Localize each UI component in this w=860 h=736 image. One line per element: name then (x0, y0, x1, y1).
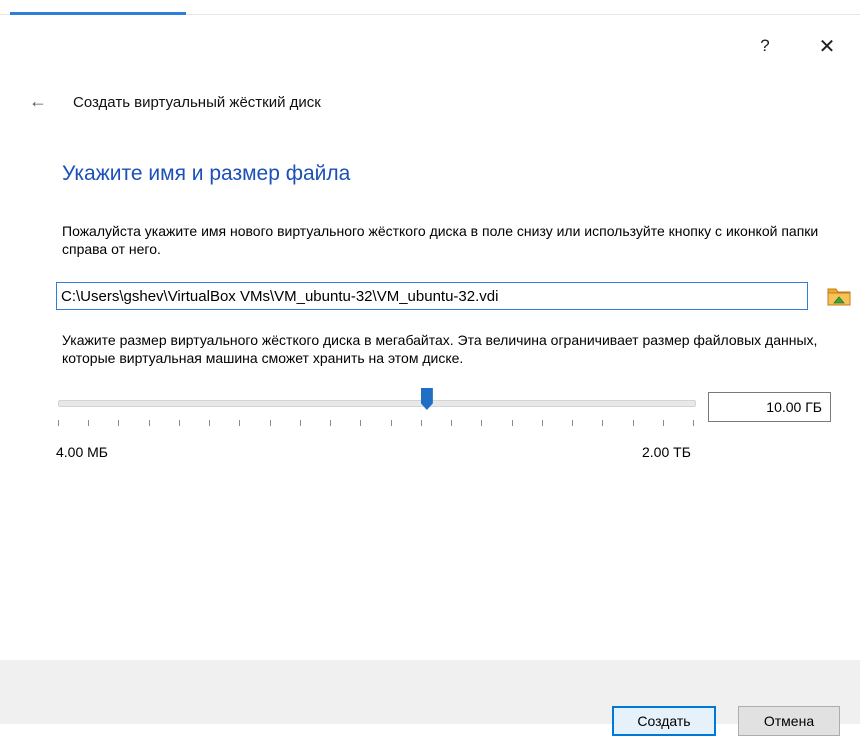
slider-tick (391, 420, 392, 426)
slider-tick (693, 420, 694, 426)
slider-tick (58, 420, 59, 426)
file-name-description: Пожалуйста укажите имя нового виртуально… (62, 223, 819, 257)
slider-tick (572, 420, 573, 426)
file-size-description: Укажите размер виртуального жёсткого дис… (62, 332, 818, 366)
top-accent-bar (10, 12, 186, 15)
top-strip (0, 0, 860, 15)
slider-tick (179, 420, 180, 426)
close-button[interactable]: ✕ (807, 30, 847, 62)
help-button[interactable]: ? (745, 30, 785, 62)
slider-tick (421, 420, 422, 426)
slider-track (58, 400, 696, 407)
size-slider[interactable] (56, 388, 698, 428)
slider-tick (360, 420, 361, 426)
slider-tick (330, 420, 331, 426)
slider-tick (633, 420, 634, 426)
file-path-input[interactable] (56, 282, 808, 310)
slider-tick (451, 420, 452, 426)
page-heading: Укажите имя и размер файла (62, 162, 351, 185)
back-arrow-icon[interactable]: ← (26, 90, 50, 112)
folder-icon (827, 288, 851, 306)
cancel-button[interactable]: Отмена (738, 706, 840, 736)
slider-tick (239, 420, 240, 426)
slider-tick (300, 420, 301, 426)
size-min-label: 4.00 МБ (56, 444, 108, 460)
choose-folder-button[interactable] (826, 284, 852, 308)
slider-tick (602, 420, 603, 426)
create-button[interactable]: Создать (612, 706, 716, 736)
slider-tick (118, 420, 119, 426)
slider-tick (270, 420, 271, 426)
size-max-label: 2.00 ТБ (642, 444, 691, 460)
slider-tick (663, 420, 664, 426)
slider-tick (209, 420, 210, 426)
slider-tick (481, 420, 482, 426)
footer-bar (0, 660, 860, 724)
size-input[interactable] (708, 392, 831, 422)
slider-tick (512, 420, 513, 426)
slider-tick (542, 420, 543, 426)
wizard-title: Создать виртуальный жёсткий диск (73, 94, 321, 111)
slider-tick (88, 420, 89, 426)
slider-tick (149, 420, 150, 426)
